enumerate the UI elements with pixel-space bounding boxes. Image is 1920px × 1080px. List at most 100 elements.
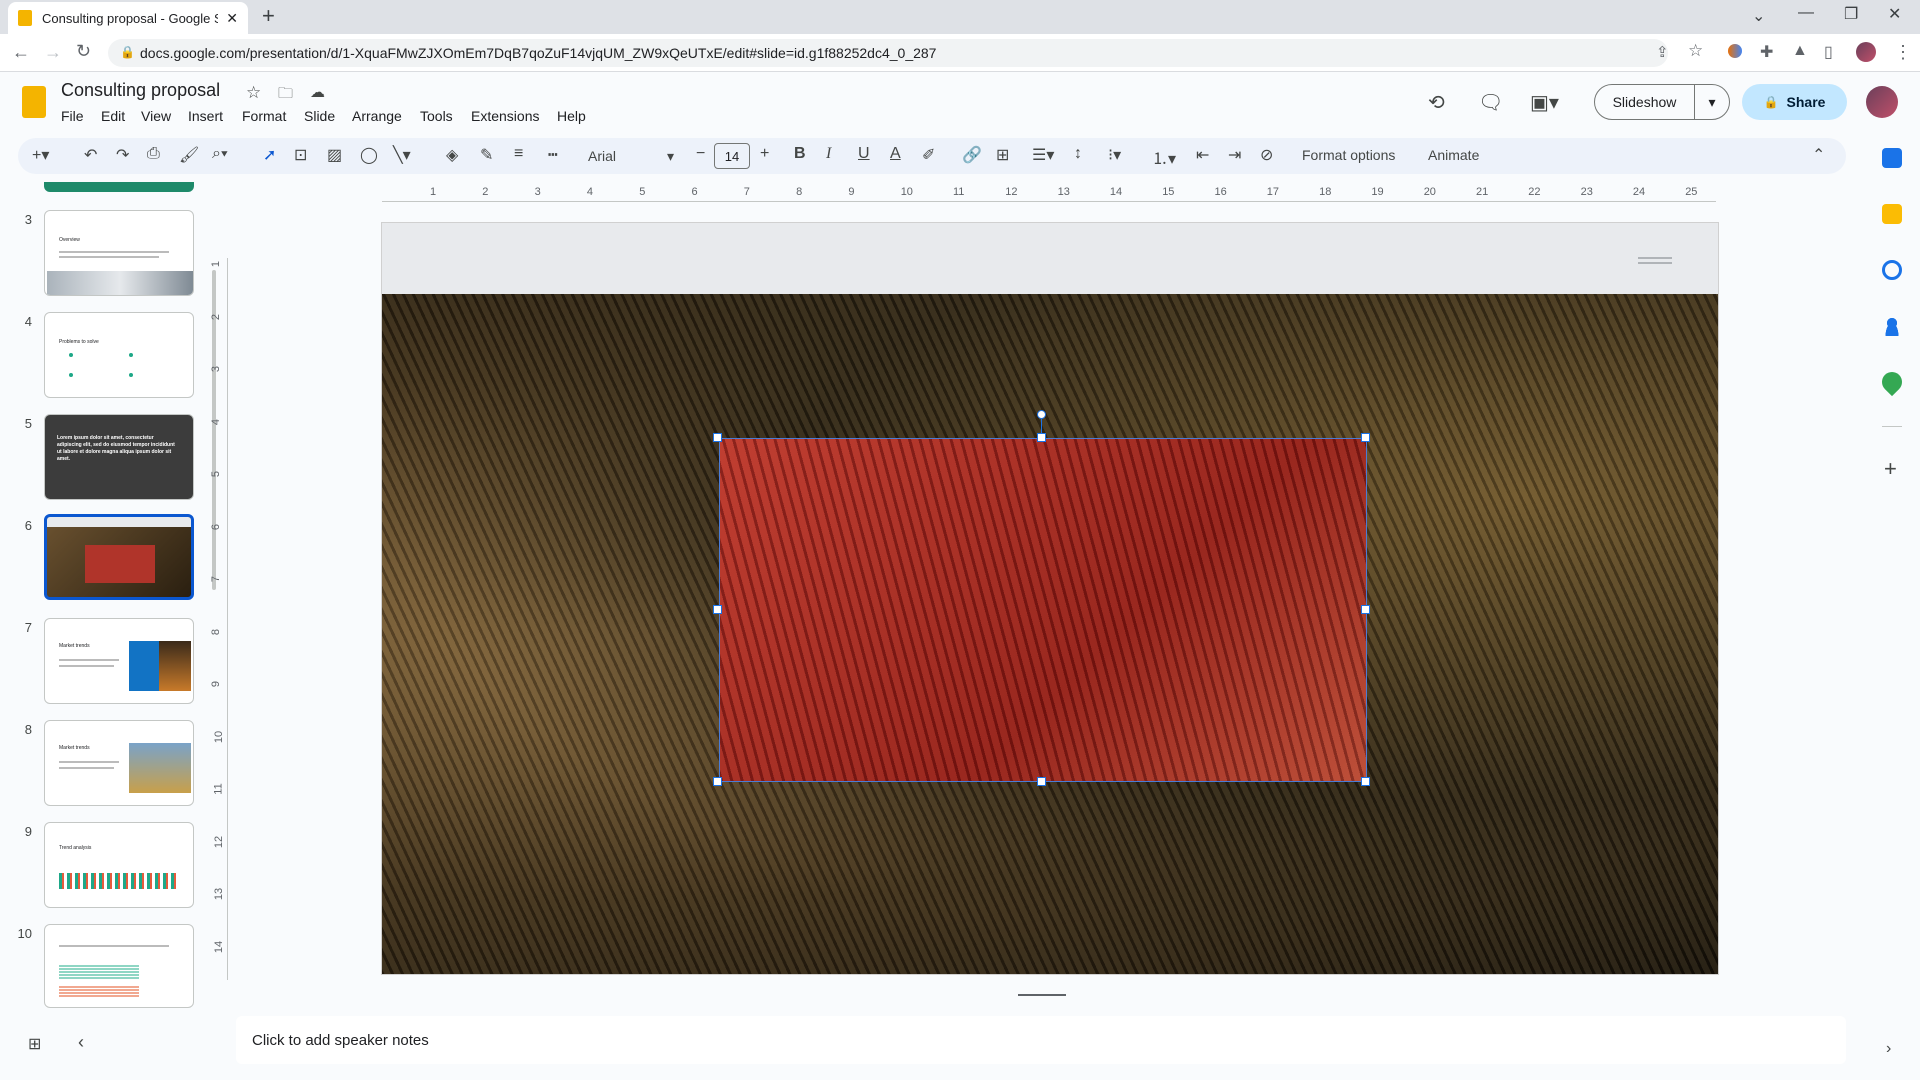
expand-side-panel-icon[interactable]: › [1886, 1040, 1891, 1058]
extension-icon[interactable] [1728, 44, 1742, 58]
menu-edit[interactable]: Edit [101, 108, 125, 124]
print-icon[interactable]: ⎙ [147, 145, 160, 163]
decrease-font-icon[interactable]: − [696, 145, 705, 163]
resize-handle-w[interactable] [713, 605, 722, 614]
add-comment-icon[interactable]: ⊞ [996, 145, 1009, 165]
get-addons-icon[interactable]: + [1884, 456, 1897, 482]
slideshow-label[interactable]: Slideshow [1595, 85, 1695, 119]
bookmark-star-icon[interactable]: ☆ [1688, 41, 1703, 61]
text-box-icon[interactable]: ⊡ [294, 145, 307, 165]
horizontal-ruler[interactable]: 1 2 3 4 5 6 7 8 9 10 11 12 13 14 15 16 17 18 19 20 21 22 23 24 2… [382, 186, 1716, 202]
slideshow-button[interactable]: Slideshow ▾ [1594, 84, 1730, 120]
close-tab-icon[interactable]: ✕ [226, 10, 238, 27]
resize-handle-sw[interactable] [713, 777, 722, 786]
border-color-icon[interactable]: ✎ [480, 145, 493, 165]
italic-icon[interactable]: I [826, 145, 831, 163]
increase-font-icon[interactable]: + [760, 145, 769, 163]
forward-icon[interactable]: → [44, 42, 62, 63]
format-options-button[interactable]: Format options [1302, 147, 1395, 163]
zoom-icon[interactable]: ⌕▾ [212, 145, 228, 163]
animate-button[interactable]: Animate [1428, 147, 1479, 163]
browser-tab[interactable]: Consulting proposal - Google Sli ✕ [8, 2, 248, 34]
browser-menu-icon[interactable]: ⋮ [1894, 42, 1912, 63]
slide-thumb-6-selected[interactable] [44, 514, 194, 600]
close-window-icon[interactable]: ✕ [1888, 4, 1901, 24]
account-avatar[interactable] [1866, 86, 1898, 118]
grid-view-icon[interactable]: ⊞ [28, 1034, 41, 1054]
collapse-filmstrip-icon[interactable]: ‹ [78, 1032, 84, 1053]
slide-thumb-10[interactable] [44, 924, 194, 1008]
slides-logo-icon[interactable] [22, 86, 46, 118]
collapse-toolbar-icon[interactable]: ⌃ [1812, 145, 1825, 165]
menu-slide[interactable]: Slide [304, 108, 335, 124]
font-select[interactable]: Arial ▾ [588, 143, 674, 169]
text-color-icon[interactable]: A [890, 145, 901, 163]
highlight-icon[interactable]: ✐ [922, 145, 935, 165]
url-bar[interactable]: 🔒 docs.google.com/presentation/d/1-XquaF… [108, 39, 1668, 67]
meet-camera-icon[interactable]: ▣▾ [1530, 90, 1559, 115]
reload-icon[interactable]: ↻ [76, 41, 91, 62]
slide-thumb-7[interactable]: Market trends [44, 618, 194, 704]
cloud-status-icon[interactable]: ☁ [310, 83, 325, 101]
slideshow-dropdown-icon[interactable]: ▾ [1695, 94, 1729, 111]
align-icon[interactable]: ☰▾ [1032, 145, 1054, 165]
contacts-icon[interactable] [1882, 316, 1902, 336]
move-folder-icon[interactable]: 🗀 [278, 83, 293, 108]
share-page-icon[interactable]: ⇪ [1656, 43, 1669, 61]
rotation-handle[interactable] [1037, 410, 1046, 419]
undo-icon[interactable]: ↶ [84, 145, 97, 165]
slide-thumb-5[interactable]: Lorem ipsum dolor sit amet, consectetur … [44, 414, 194, 500]
menu-tools[interactable]: Tools [420, 108, 453, 124]
keep-icon[interactable] [1882, 204, 1902, 224]
menu-format[interactable]: Format [242, 108, 286, 124]
font-size-input[interactable]: 14 [714, 143, 750, 169]
back-icon[interactable]: ← [12, 42, 30, 63]
border-dash-icon[interactable]: ┅ [548, 145, 558, 165]
minimize-icon[interactable]: — [1798, 4, 1814, 22]
underline-icon[interactable]: U [858, 145, 870, 163]
restore-icon[interactable]: ❐ [1844, 4, 1858, 24]
version-history-icon[interactable]: ⟲ [1428, 90, 1445, 115]
slide-canvas[interactable] [381, 222, 1719, 975]
bold-icon[interactable]: B [794, 145, 806, 163]
slide-thumb-3[interactable]: Overview [44, 210, 194, 296]
slide-thumb-4[interactable]: Problems to solve [44, 312, 194, 398]
menu-help[interactable]: Help [557, 108, 586, 124]
resize-handle-n[interactable] [1037, 433, 1046, 442]
decrease-indent-icon[interactable]: ⇤ [1196, 145, 1209, 165]
puzzle-extensions-icon[interactable]: ✚ [1760, 42, 1773, 62]
selected-red-rectangle[interactable] [719, 438, 1367, 782]
shape-icon[interactable]: ◯ [360, 145, 378, 165]
numbered-list-icon[interactable]: ⒈▾ [1152, 145, 1176, 169]
vertical-ruler[interactable]: 1 2 3 4 5 6 7 8 9 10 11 12 13 14 [210, 258, 228, 980]
fill-color-icon[interactable]: ◈ [446, 145, 458, 165]
thumb-partial[interactable] [44, 182, 194, 192]
insert-image-icon[interactable]: ▨ [327, 145, 342, 165]
paint-format-icon[interactable]: 🖌 [179, 145, 199, 165]
resize-handle-e[interactable] [1361, 605, 1370, 614]
bulleted-list-icon[interactable]: ⁝▾ [1108, 145, 1121, 165]
tab-search-icon[interactable]: ⌄ [1752, 6, 1765, 26]
clear-formatting-icon[interactable]: ⊘ [1260, 145, 1273, 165]
increase-indent-icon[interactable]: ⇥ [1228, 145, 1241, 165]
notes-resize-handle[interactable] [1018, 994, 1066, 996]
extension-2-icon[interactable]: ▲ [1792, 42, 1808, 60]
menu-insert[interactable]: Insert [188, 108, 223, 124]
resize-handle-se[interactable] [1361, 777, 1370, 786]
profile-avatar[interactable] [1856, 42, 1876, 62]
border-weight-icon[interactable]: ≡ [514, 145, 523, 163]
menu-arrange[interactable]: Arrange [352, 108, 402, 124]
document-title[interactable]: Consulting proposal [61, 80, 220, 101]
tasks-icon[interactable] [1882, 260, 1902, 280]
redo-icon[interactable]: ↷ [116, 145, 129, 165]
slide-thumb-9[interactable]: Trend analysis [44, 822, 194, 908]
side-panel-icon[interactable]: ▯ [1824, 42, 1833, 62]
share-button[interactable]: 🔒 Share [1742, 84, 1847, 120]
link-icon[interactable]: 🔗 [962, 145, 982, 165]
slide-thumb-8[interactable]: Market trends [44, 720, 194, 806]
line-spacing-icon[interactable]: ↕ [1074, 145, 1082, 163]
resize-handle-nw[interactable] [713, 433, 722, 442]
menu-extensions[interactable]: Extensions [471, 108, 539, 124]
speaker-notes[interactable]: Click to add speaker notes [236, 1016, 1846, 1064]
new-tab-icon[interactable]: + [262, 3, 275, 29]
